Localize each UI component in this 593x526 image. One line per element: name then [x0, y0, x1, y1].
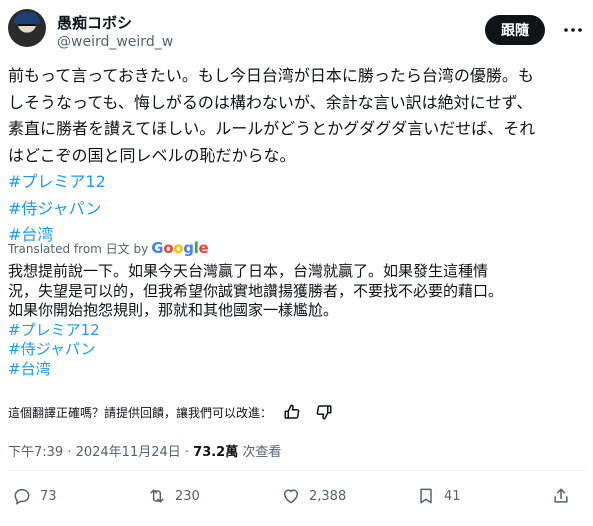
tweet-original-text: 前もって言っておきたい。もし今日台湾が日本に勝ったら台湾の優勝。も しそうなって…: [8, 63, 583, 249]
translated-line: 況，失望是可以的，但我希望你誠實地讚揚獲勝者，不要找不必要的藉口。: [8, 281, 504, 300]
thumbs-up-icon[interactable]: [280, 402, 304, 422]
hashtag-link[interactable]: #侍ジャパン: [8, 196, 583, 223]
timestamp-link[interactable]: 下午7:39 · 2024年11月24日 ·: [8, 445, 193, 460]
views-label: 次查看: [238, 445, 282, 460]
reply-icon: [14, 489, 30, 505]
translated-line: 如果你開始抱怨規則，那就和其他國家一樣尷尬。: [8, 301, 339, 319]
tweet-line: 前もって言っておきたい。もし今日台湾が日本に勝ったら台湾の優勝。も: [8, 66, 534, 85]
repost-icon: [150, 489, 164, 503]
hashtag-link[interactable]: #プレミア12: [8, 169, 583, 196]
share-icon: [554, 488, 568, 503]
tweet-line: しそうなっても、悔しがるのは構わないが、余計な言い訳は絶対にせず、: [8, 92, 533, 112]
avatar[interactable]: [8, 9, 46, 47]
bookmark-count: 41: [444, 488, 461, 504]
tweet-meta: 下午7:39 · 2024年11月24日 · 73.2萬 次查看: [8, 441, 281, 460]
hashtag-link[interactable]: #侍ジャパン: [8, 340, 583, 360]
translation-feedback: 這個翻譯正確嗎？請提供回饋，讓我們可以改進：: [8, 402, 336, 422]
tweet-translated-text: 我想提前說一下。如果今天台灣贏了日本，台灣就贏了。如果發生這種情 況，失望是可以…: [8, 262, 583, 379]
bookmark-icon: [420, 488, 432, 504]
repost-button[interactable]: 230: [147, 486, 200, 506]
avatar-cap: [14, 12, 40, 24]
translation-attribution: Translated from 日文 by Google: [8, 239, 209, 257]
share-button[interactable]: [551, 486, 579, 506]
follow-button[interactable]: 跟隨: [485, 15, 545, 45]
like-count: 2,388: [309, 488, 347, 504]
action-bar: 73 230 2,388 41: [0, 486, 593, 514]
divider: [8, 470, 585, 471]
heart-icon: [284, 489, 298, 504]
more-options-icon[interactable]: [558, 15, 588, 45]
bookmark-button[interactable]: 41: [416, 486, 461, 506]
hashtag-link[interactable]: #プレミア12: [8, 321, 583, 341]
reply-button[interactable]: 73: [12, 486, 57, 506]
thumbs-down-icon[interactable]: [312, 402, 336, 422]
tweet-line: はどこぞの国と同レベルの恥だからな。: [8, 145, 296, 165]
google-logo: Google: [151, 239, 209, 257]
translated-from-label: Translated from 日文 by: [8, 241, 149, 256]
reply-count: 73: [40, 488, 57, 504]
hashtag-link[interactable]: #台湾: [8, 360, 583, 380]
feedback-prompt: 這個翻譯正確嗎？請提供回饋，讓我們可以改進：: [8, 405, 273, 420]
views-count: 73.2萬: [193, 445, 239, 460]
like-button[interactable]: 2,388: [281, 486, 346, 506]
author-handle[interactable]: @weird_weird_w: [57, 34, 173, 50]
avatar-glasses: [18, 24, 36, 32]
translated-line: 我想提前說一下。如果今天台灣贏了日本，台灣就贏了。如果發生這種情: [8, 262, 489, 280]
tweet-line: 素直に勝者を讃えてほしい。ルールがどうとかグダグダ言いだせば、それ: [8, 119, 536, 138]
author-name[interactable]: 愚痴コボシ: [57, 12, 132, 33]
repost-count: 230: [175, 488, 200, 504]
